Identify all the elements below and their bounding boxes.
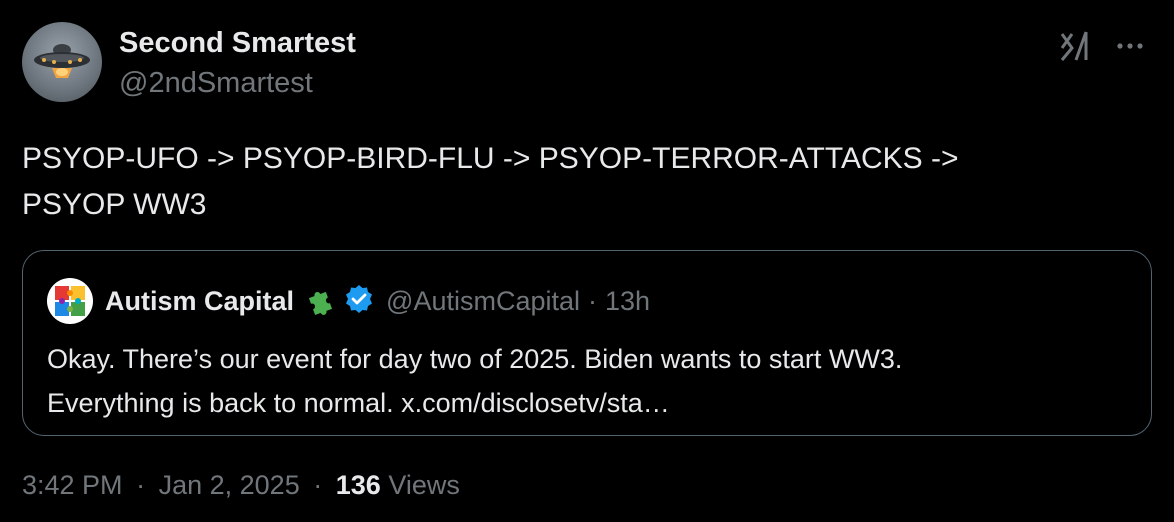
author-handle[interactable]: @2ndSmartest — [119, 64, 356, 102]
tweet-text-line: PSYOP-UFO -> PSYOP-BIRD-FLU -> PSYOP-TER… — [22, 142, 959, 175]
quoted-tweet-text: Okay. There’s our event for day two of 2… — [47, 337, 902, 425]
tweet-meta: 3:42 PM · Jan 2, 2025 · 136 Views — [22, 470, 460, 501]
author-names: Second Smartest @2ndSmartest — [119, 24, 356, 102]
quoted-author-handle[interactable]: @AutismCapital — [386, 286, 580, 317]
quoted-tweet-header: Autism Capital @AutismCapital · 13h — [47, 278, 650, 324]
quoted-text-line: Okay. There’s our event for day two of 2… — [47, 344, 903, 374]
separator-dot: · — [313, 470, 323, 500]
tweet-text-line: PSYOP WW3 — [22, 188, 207, 221]
tweet-time[interactable]: 3:42 PM — [22, 470, 123, 500]
author-display-name[interactable]: Second Smartest — [119, 24, 356, 62]
quoted-author-avatar[interactable] — [47, 278, 93, 324]
separator-dot: · — [136, 470, 146, 500]
quoted-author-display-name[interactable]: Autism Capital — [105, 286, 294, 317]
views-label: Views — [388, 470, 460, 500]
verified-icon[interactable] — [344, 284, 374, 319]
puzzle-icon — [304, 282, 338, 321]
quoted-tweet-time[interactable]: 13h — [605, 286, 650, 317]
views-count[interactable]: 136 — [336, 470, 381, 500]
quoted-tweet[interactable]: Autism Capital @AutismCapital · 13h Okay… — [22, 250, 1152, 436]
ufo-icon — [34, 44, 90, 78]
more-icon[interactable] — [1112, 28, 1148, 64]
tweet-text: PSYOP-UFO -> PSYOP-BIRD-FLU -> PSYOP-TER… — [22, 136, 1142, 228]
x-logo-icon[interactable] — [1058, 28, 1094, 64]
tweet-header: Second Smartest @2ndSmartest — [22, 22, 1152, 104]
rainbow-puzzle-icon — [55, 286, 85, 316]
author-avatar[interactable] — [22, 22, 102, 102]
tweet-card: Second Smartest @2ndSmartest PSYOP-UFO -… — [0, 0, 1174, 522]
quoted-text-line: Everything is back to normal. x.com/disc… — [47, 388, 670, 418]
separator-dot: · — [588, 285, 598, 316]
tweet-date[interactable]: Jan 2, 2025 — [159, 470, 300, 500]
